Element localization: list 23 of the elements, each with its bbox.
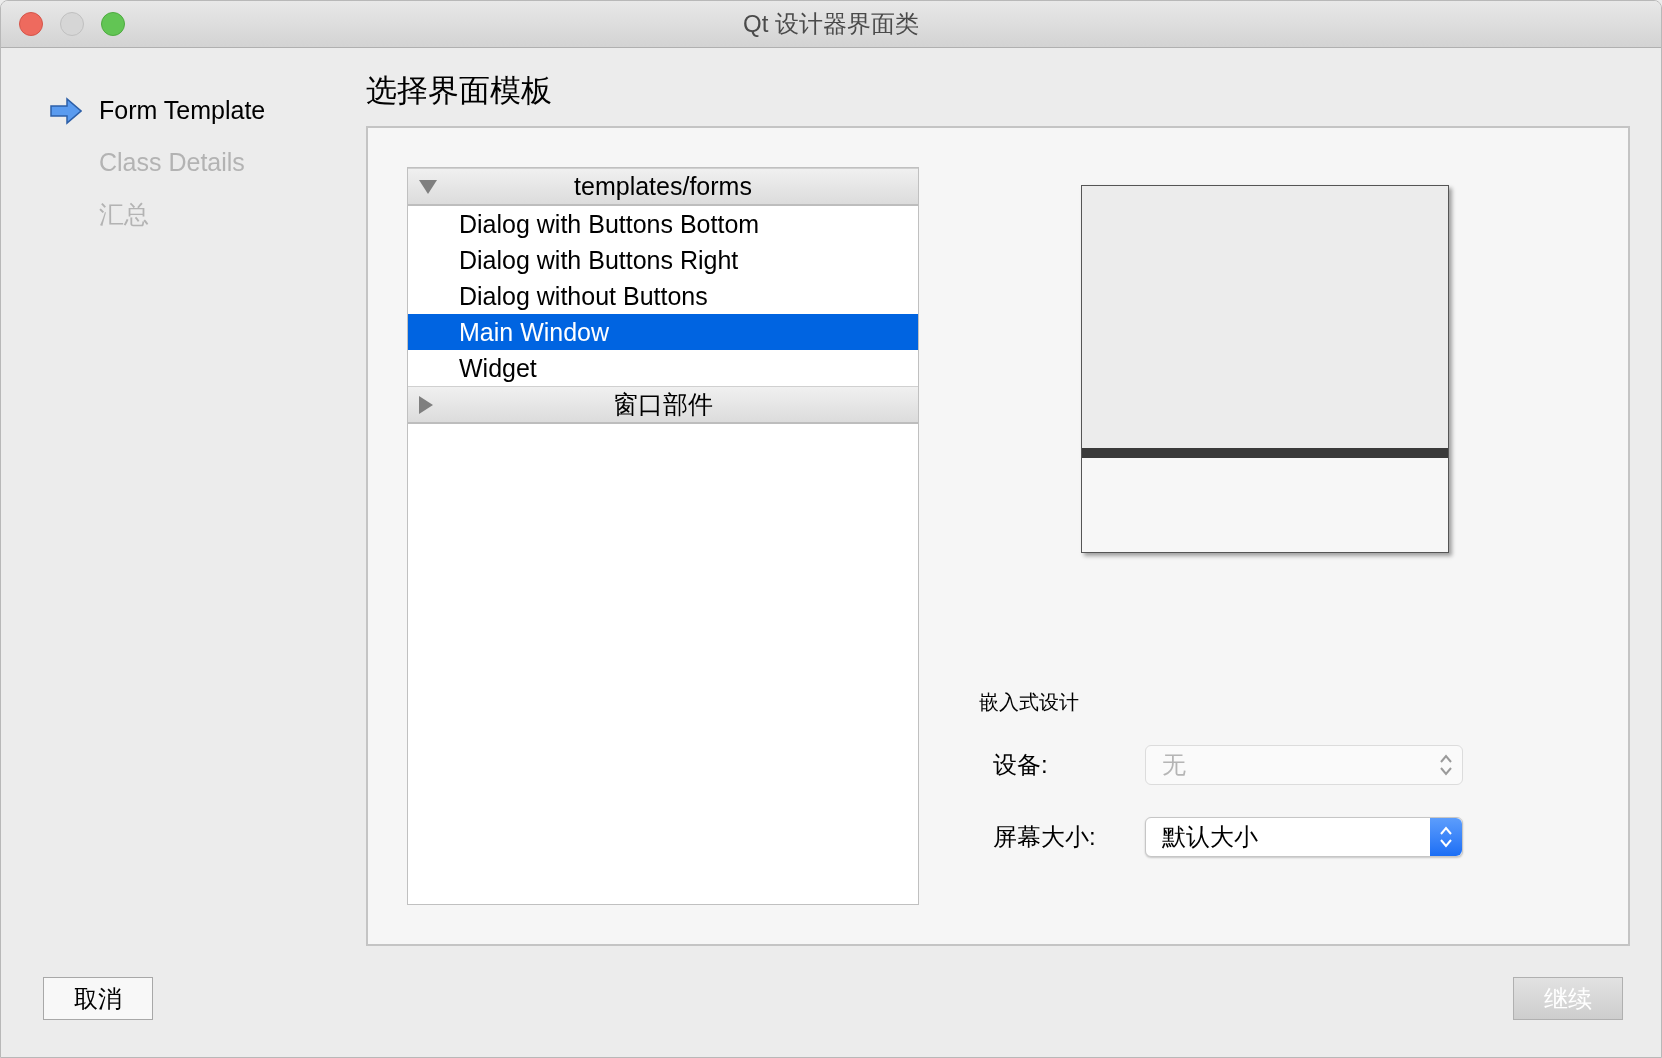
- page-heading: 选择界面模板: [366, 72, 553, 110]
- template-item[interactable]: Dialog with Buttons Right: [408, 242, 918, 278]
- expand-triangle-icon[interactable]: [419, 395, 433, 414]
- section-label: 嵌入式设计: [979, 690, 1080, 715]
- wizard-step: Class Details: [99, 144, 245, 182]
- close-button[interactable]: [19, 12, 43, 36]
- template-item[interactable]: Main Window: [408, 314, 918, 350]
- template-item[interactable]: Dialog without Buttons: [408, 278, 918, 314]
- collapse-triangle-icon[interactable]: [419, 179, 437, 194]
- wizard-step: Form Template: [99, 92, 266, 130]
- field-label: 屏幕大小:: [992, 822, 1097, 852]
- dialog-button[interactable]: 取消: [43, 977, 153, 1020]
- combo-box[interactable]: 默认大小: [1145, 817, 1463, 857]
- stepper-arrows-icon: [1439, 825, 1453, 849]
- zoom-button[interactable]: [101, 12, 125, 36]
- template-item[interactable]: Dialog with Buttons Bottom: [408, 206, 918, 242]
- stepper-arrows-icon: [1439, 753, 1453, 777]
- template-item[interactable]: Widget: [408, 350, 918, 386]
- window-title: Qt 设计器界面类: [742, 9, 920, 39]
- category-header[interactable]: templates/forms: [408, 168, 918, 206]
- field-label: 设备:: [992, 750, 1049, 780]
- category-header[interactable]: 窗口部件: [408, 386, 918, 424]
- wizard-step: 汇总: [99, 196, 149, 234]
